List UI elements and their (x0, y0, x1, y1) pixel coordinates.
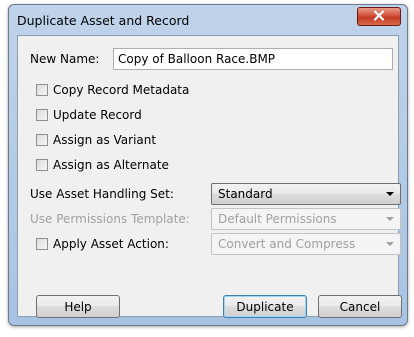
checkbox-box[interactable] (36, 238, 48, 250)
help-button[interactable]: Help (36, 295, 120, 318)
duplicate-button-label: Duplicate (236, 299, 294, 314)
new-name-label: New Name: (30, 52, 100, 66)
checkbox-box[interactable] (36, 134, 48, 146)
update-record-label: Update Record (53, 108, 142, 122)
title-bar[interactable]: Duplicate Asset and Record (9, 5, 407, 35)
permissions-template-value: Default Permissions (218, 212, 337, 226)
assign-variant-checkbox[interactable]: Assign as Variant (36, 133, 156, 147)
checkbox-box[interactable] (36, 109, 48, 121)
permissions-template-label: Use Permissions Template: (30, 212, 190, 226)
dialog-body: New Name: Copy of Balloon Race.BMP Copy … (17, 35, 402, 318)
asset-handling-set-dropdown[interactable]: Standard (211, 183, 401, 205)
apply-asset-action-label: Apply Asset Action: (53, 237, 169, 251)
asset-action-dropdown: Convert and Compress (211, 233, 401, 255)
checkbox-box[interactable] (36, 159, 48, 171)
assign-variant-label: Assign as Variant (53, 133, 157, 147)
duplicate-asset-dialog: Duplicate Asset and Record New Name: Cop… (8, 4, 408, 326)
asset-handling-set-value: Standard (218, 187, 273, 201)
close-button[interactable] (357, 7, 401, 26)
checkbox-box[interactable] (36, 84, 48, 96)
apply-asset-action-checkbox[interactable]: Apply Asset Action: (36, 237, 169, 251)
window-title: Duplicate Asset and Record (17, 13, 190, 28)
assign-alternate-checkbox[interactable]: Assign as Alternate (36, 158, 169, 172)
copy-record-metadata-label: Copy Record Metadata (53, 83, 190, 97)
asset-action-value: Convert and Compress (218, 237, 356, 251)
duplicate-button[interactable]: Duplicate (223, 295, 307, 318)
chevron-down-icon (386, 217, 394, 221)
permissions-template-dropdown: Default Permissions (211, 208, 401, 230)
update-record-checkbox[interactable]: Update Record (36, 108, 142, 122)
copy-record-metadata-checkbox[interactable]: Copy Record Metadata (36, 83, 189, 97)
help-button-label: Help (64, 299, 92, 314)
asset-handling-set-label: Use Asset Handling Set: (30, 187, 174, 201)
new-name-input[interactable]: Copy of Balloon Race.BMP (113, 48, 393, 70)
close-icon (373, 9, 385, 24)
cancel-button[interactable]: Cancel (318, 295, 402, 318)
assign-alternate-label: Assign as Alternate (53, 158, 169, 172)
cancel-button-label: Cancel (339, 299, 381, 314)
chevron-down-icon (386, 242, 394, 246)
chevron-down-icon (386, 192, 394, 196)
